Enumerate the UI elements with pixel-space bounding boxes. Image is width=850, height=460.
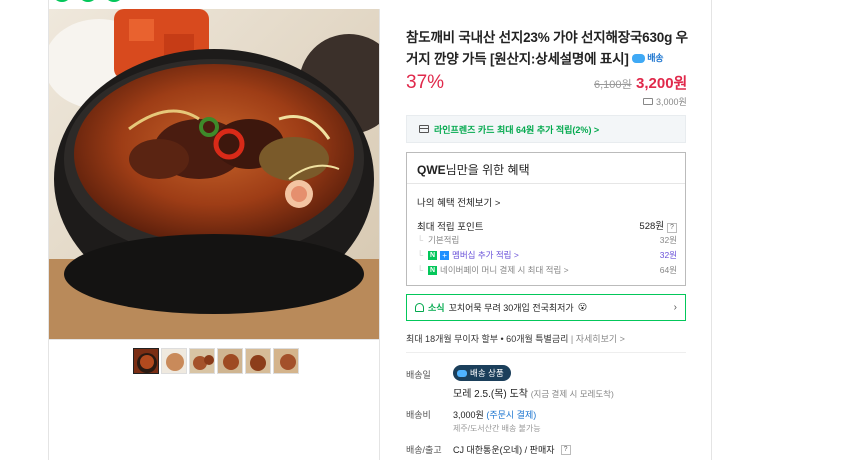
shipping-fee-label: 배송비: [406, 410, 431, 420]
thumbnail-2[interactable]: [161, 348, 187, 374]
benefit-row-basic: └ 기본적립 32원: [417, 235, 677, 245]
thumbnail-4[interactable]: [217, 348, 243, 374]
installment-info: 최대 18개월 무이자 할부 • 60개월 특별금리 | 자세히보기 >: [406, 334, 625, 344]
carrier-info: CJ 대한통운(오네) / 판매자 ?: [453, 443, 571, 456]
thumbnail-1[interactable]: [133, 348, 159, 374]
thumbnail-strip: [133, 348, 299, 374]
thumbnail-5[interactable]: [245, 348, 271, 374]
thumbnail-6[interactable]: [273, 348, 299, 374]
delivery-bubble-icon: [457, 369, 467, 377]
column-divider: [379, 9, 380, 460]
discount-rate: 37%: [406, 72, 445, 93]
installment-details-link[interactable]: 자세히보기 >: [576, 334, 625, 344]
help-icon[interactable]: ?: [667, 223, 677, 233]
section-separator: [406, 352, 686, 353]
delivery-date-label: 배송일: [406, 370, 431, 380]
top-tabs-decoration: [52, 0, 124, 2]
arrival-date: 모레 2.5.(목) 도착 (지금 결제 시 모레도착): [453, 389, 614, 400]
benefit-row-membership[interactable]: └ N + 멤버십 추가 적립 > 32원: [417, 249, 677, 261]
truck-icon: [643, 98, 653, 105]
shipping-fee-value: 3,000원 (주문시 결제): [453, 410, 537, 420]
carrier-label: 배송/출고: [406, 445, 442, 455]
chevron-right-icon: ›: [673, 302, 677, 313]
original-price: 6,100원: [594, 79, 632, 91]
thumbnail-3[interactable]: [189, 348, 215, 374]
delivery-product-badge: 배송 상품: [453, 365, 511, 381]
image-divider: [49, 339, 379, 340]
main-product-image[interactable]: [49, 9, 379, 339]
shipping-fee-summary: 3,000원: [643, 95, 687, 108]
credit-card-icon: [419, 125, 429, 133]
benefit-heading: QWE님만을 위한 혜택: [407, 153, 685, 184]
naver-n-icon: N: [428, 250, 438, 260]
delivery-badge: 배송: [632, 48, 664, 68]
help-icon[interactable]: ?: [560, 444, 571, 455]
surprised-emoji-icon: 😮: [577, 302, 588, 312]
max-points-row: 최대 적립 포인트 528원?: [417, 218, 677, 233]
card-benefit-banner[interactable]: 라인프렌즈 카드 최대 64원 추가 적립(2%) >: [406, 115, 686, 143]
benefit-box: QWE님만을 위한 혜택 나의 혜택 전체보기 > 최대 적립 포인트 528원…: [406, 152, 686, 286]
sale-price: 3,200원: [636, 75, 688, 92]
bell-icon: [415, 303, 424, 312]
plus-icon: +: [440, 250, 450, 260]
product-title: 참도깨비 국내산 선지23% 가야 선지해장국630g 우거지 깐양 가득 [원…: [406, 28, 690, 70]
shipping-restriction-note: 제주/도서산간 배송 불가능: [453, 424, 541, 433]
npay-icon: N: [428, 265, 438, 275]
see-all-benefits-link[interactable]: 나의 혜택 전체보기 >: [417, 195, 500, 209]
delivery-bubble-icon: [632, 53, 646, 63]
promo-banner[interactable]: 소식 꼬치어묵 무려 30개입 전국최저가 😮 ›: [406, 294, 686, 321]
benefit-row-npay[interactable]: └ N 네이버페이 머니 결제 시 최대 적립 > 64원: [417, 264, 677, 276]
